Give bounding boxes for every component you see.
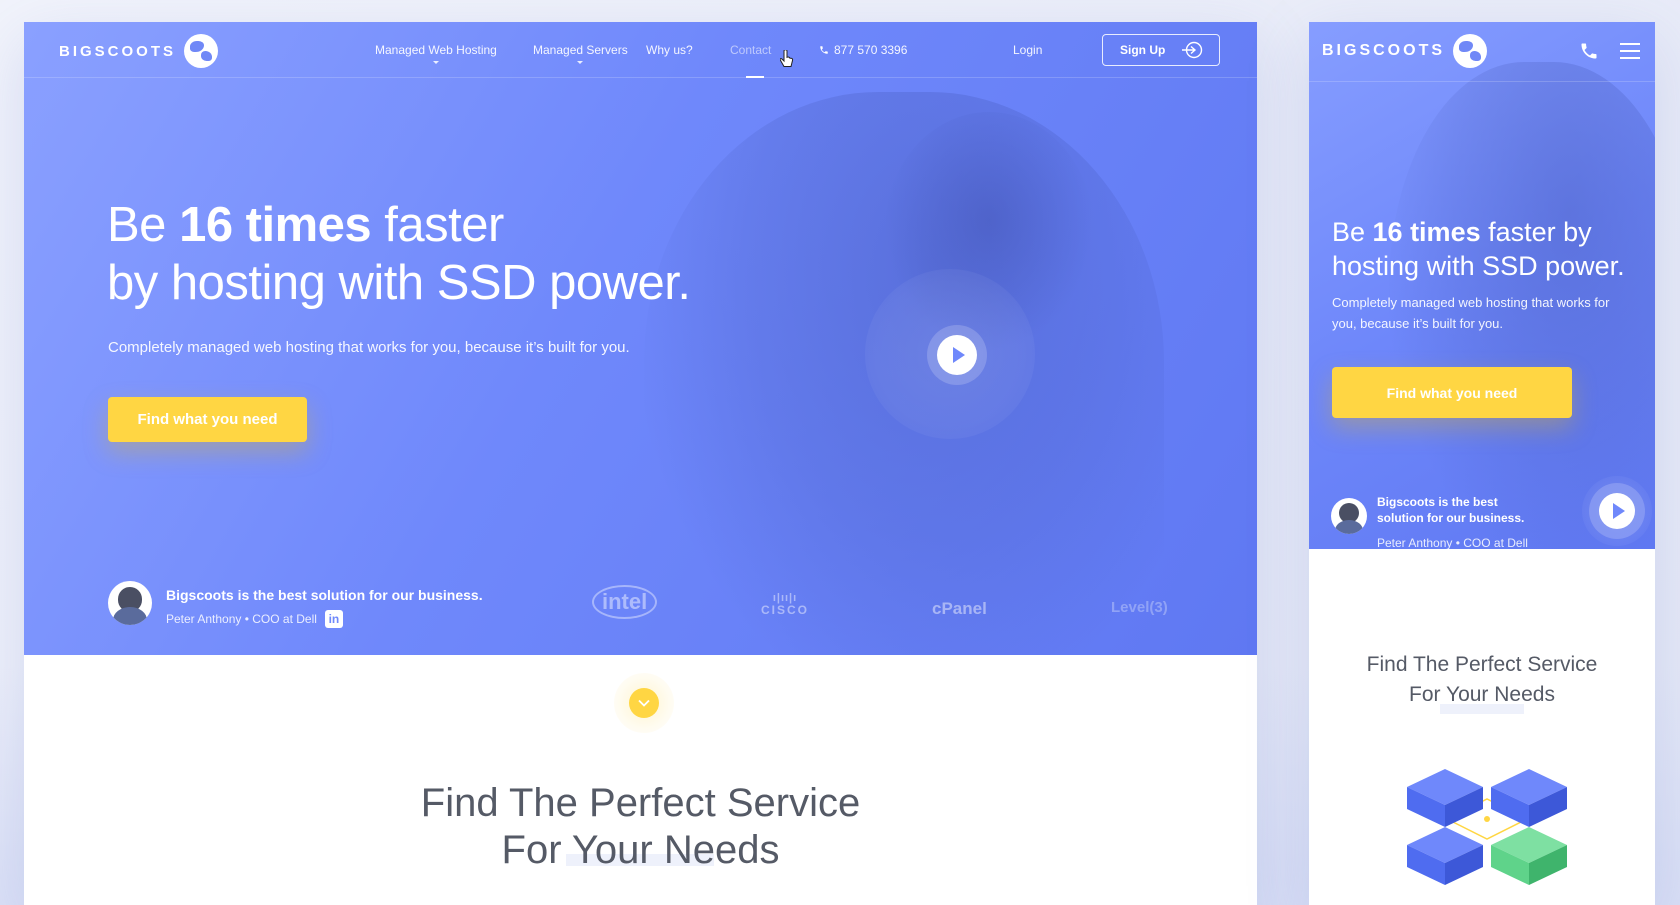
- desktop-preview: BIGSCOOTS Managed Web Hosting Managed Se…: [24, 22, 1257, 905]
- top-navigation: BIGSCOOTS Managed Web Hosting Managed Se…: [24, 22, 1257, 78]
- play-icon: [1613, 503, 1625, 519]
- brand-name: BIGSCOOTS: [59, 42, 177, 60]
- dropdown-caret-icon: [432, 61, 439, 64]
- headline-line-2: hosting with SSD power.: [1332, 251, 1625, 281]
- login-link[interactable]: Login: [1013, 43, 1042, 57]
- avatar: [1331, 498, 1367, 534]
- headline-line-2: by hosting with SSD power.: [107, 256, 691, 310]
- section-title: Find The Perfect Service For Your Needs: [1309, 650, 1655, 710]
- sign-up-label: Sign Up: [1120, 43, 1166, 57]
- hero-subtitle: Completely managed web hosting that work…: [1332, 295, 1610, 331]
- hero-subtitle: Completely managed web hosting that work…: [108, 339, 630, 356]
- phone-icon[interactable]: [1579, 41, 1599, 61]
- headline-text: faster by: [1480, 217, 1592, 247]
- section-title-line-2: For Your Needs: [501, 828, 780, 872]
- active-nav-indicator: [746, 76, 764, 78]
- login-label: Login: [1013, 43, 1043, 57]
- brand-logo[interactable]: BIGSCOOTS: [1322, 34, 1488, 68]
- partner-logo-intel: intel: [592, 585, 658, 619]
- mobile-hero-section: BIGSCOOTS Be 16 times faster by hosting …: [1309, 22, 1655, 549]
- nav-why-us[interactable]: Why us?: [646, 43, 693, 57]
- section-title: Find The Perfect Service For Your Needs: [24, 780, 1257, 874]
- headline-text: Be: [107, 198, 180, 252]
- partner-logo-cisco: ı|ıı|ı CISCO: [761, 592, 810, 618]
- sign-up-button[interactable]: Sign Up: [1102, 34, 1220, 66]
- dropdown-caret-icon: [577, 61, 584, 64]
- find-what-you-need-button[interactable]: Find what you need: [1332, 367, 1572, 418]
- menu-bar: [1620, 43, 1640, 45]
- globe-logo-icon: [1453, 34, 1488, 68]
- nav-managed-web-hosting[interactable]: Managed Web Hosting: [375, 43, 497, 64]
- hero-headline: Be 16 times faster by hosting with SSD p…: [1332, 215, 1642, 283]
- hero-headline: Be 16 times faster by hosting with SSD p…: [107, 196, 691, 312]
- phone-number: 877 570 3396: [834, 43, 908, 57]
- testimonial-author: Peter Anthony • COO at Dell: [1377, 536, 1528, 549]
- menu-bar: [1620, 50, 1640, 52]
- partner-logo-level3: Level(3): [1111, 599, 1168, 616]
- hero-section: BIGSCOOTS Managed Web Hosting Managed Se…: [24, 22, 1257, 655]
- nav-label: Managed Servers: [533, 43, 628, 57]
- headline-emphasis: 16 times: [179, 198, 372, 252]
- mobile-top-navigation: BIGSCOOTS: [1309, 22, 1655, 82]
- nav-label: Why us?: [646, 43, 693, 57]
- testimonial-author: Peter Anthony • COO at Dell in: [166, 610, 343, 628]
- menu-bar: [1620, 57, 1640, 59]
- headline-text: Be: [1332, 217, 1373, 247]
- mobile-preview: BIGSCOOTS Be 16 times faster by hosting …: [1309, 22, 1655, 905]
- partner-logo-cpanel: cPanel: [932, 599, 987, 618]
- nav-phone-number[interactable]: 877 570 3396: [819, 43, 907, 57]
- headline-text: faster: [371, 198, 504, 252]
- section-title-line-1: Find The Perfect Service: [420, 781, 861, 825]
- play-icon: [953, 347, 965, 363]
- find-what-you-need-button[interactable]: Find what you need: [108, 397, 307, 442]
- nav-managed-servers[interactable]: Managed Servers: [533, 43, 628, 64]
- pointer-cursor-icon: [780, 50, 794, 67]
- nav-label: Managed Web Hosting: [375, 43, 497, 57]
- chevron-down-icon: [638, 699, 650, 707]
- hamburger-menu-icon[interactable]: [1620, 43, 1640, 59]
- phone-icon: [820, 46, 828, 54]
- servers-illustration: [1407, 769, 1567, 885]
- nav-label: Contact: [730, 43, 772, 57]
- headline-emphasis: 16 times: [1372, 217, 1481, 247]
- sign-in-icon: [1182, 41, 1203, 59]
- linkedin-icon[interactable]: in: [324, 610, 343, 628]
- play-video-button[interactable]: [1599, 493, 1635, 529]
- cisco-bars-icon: ı|ıı|ı: [772, 592, 798, 604]
- section-title-line-2: For Your Needs: [1409, 683, 1555, 706]
- section-title-line-1: Find The Perfect Service: [1366, 653, 1598, 676]
- testimonial-quote: Bigscoots is the best solution for our b…: [166, 587, 483, 603]
- play-video-button[interactable]: [937, 335, 977, 375]
- nav-contact[interactable]: Contact: [730, 43, 771, 57]
- partner-label: CISCO: [761, 603, 810, 617]
- avatar: [108, 581, 152, 625]
- brand-logo[interactable]: BIGSCOOTS: [59, 34, 219, 68]
- testimonial-quote: Bigscoots is the best solution for our b…: [1377, 495, 1525, 525]
- globe-logo-icon: [184, 34, 219, 68]
- brand-name: BIGSCOOTS: [1322, 42, 1446, 59]
- scroll-down-circle: [629, 688, 659, 718]
- scroll-down-button[interactable]: [614, 673, 674, 733]
- author-name: Peter Anthony • COO at Dell: [166, 612, 317, 626]
